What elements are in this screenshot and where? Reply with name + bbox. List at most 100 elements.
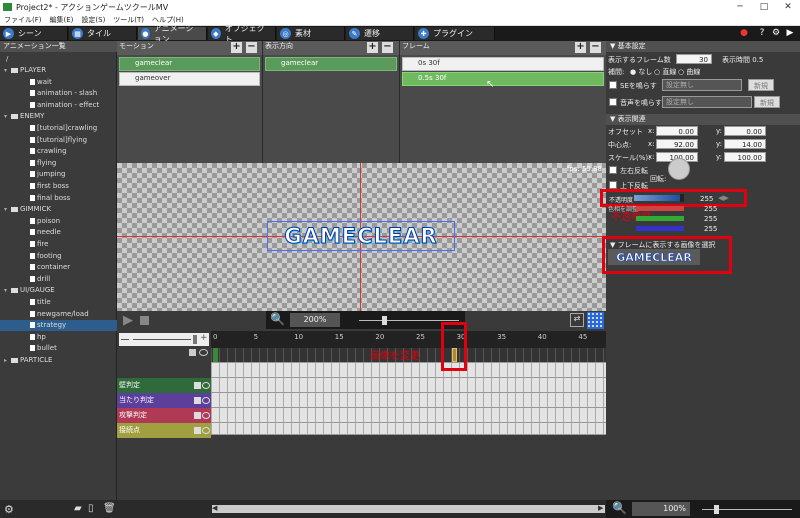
direction-item-gameclear[interactable]: gameclear: [265, 57, 397, 71]
tab-transition[interactable]: ✎ 遷移: [346, 27, 414, 40]
offset-x-input[interactable]: 0.00: [656, 126, 698, 136]
timeline-layer[interactable]: 当たり判定: [117, 393, 211, 408]
voice-checkbox[interactable]: [609, 98, 617, 106]
tree-folder[interactable]: ▾ GIMMICK: [0, 204, 117, 215]
zoom-slider-thumb[interactable]: [382, 316, 387, 325]
lock-icon[interactable]: [194, 397, 201, 404]
motion-add-button[interactable]: +: [231, 42, 242, 53]
gameclear-sprite[interactable]: GAMECLEAR: [267, 221, 455, 251]
red-bar[interactable]: [636, 206, 684, 211]
maximize-icon[interactable]: □: [752, 0, 776, 14]
tab-plugin[interactable]: ✚ プラグイン: [415, 27, 495, 40]
collapse-icon[interactable]: ▾: [4, 111, 11, 122]
settings-gear-icon[interactable]: ⚙: [4, 503, 14, 516]
timeline-layer[interactable]: 攻撃判定: [117, 408, 211, 423]
menu-file[interactable]: ファイル(F): [0, 14, 46, 26]
tree-item[interactable]: final boss: [0, 193, 117, 204]
tree-item[interactable]: [tutorial]crawling: [0, 123, 117, 134]
tree-item[interactable]: footing: [0, 251, 117, 262]
flip-v-checkbox[interactable]: [609, 181, 617, 189]
tree-item[interactable]: wait: [0, 77, 117, 88]
close-icon[interactable]: ✕: [776, 0, 800, 14]
frame-add-button[interactable]: +: [575, 42, 586, 53]
frame-image-thumbnail[interactable]: GAMECLEAR: [608, 249, 700, 265]
help-icon[interactable]: ?: [756, 27, 768, 39]
tree-item[interactable]: needle: [0, 227, 117, 238]
timeline-row-connect[interactable]: [211, 423, 606, 435]
tree-item[interactable]: drill: [0, 274, 117, 285]
eye-icon[interactable]: [199, 349, 208, 356]
interp-linear-radio[interactable]: ○ 直線: [654, 67, 676, 77]
basic-settings-header[interactable]: ▼ 基本設定: [606, 41, 800, 52]
flip-h-checkbox[interactable]: [609, 166, 617, 174]
tree-item[interactable]: hp: [0, 332, 117, 343]
timeline-zoom-plus-icon[interactable]: +: [200, 333, 208, 343]
tree-item[interactable]: poison: [0, 216, 117, 227]
timeline-row-attack[interactable]: [211, 408, 606, 423]
tree-root[interactable]: /: [0, 54, 117, 65]
tab-resource[interactable]: ◎ 素材: [277, 27, 345, 40]
lock-icon[interactable]: [194, 427, 201, 434]
lock-icon[interactable]: [194, 382, 201, 389]
timeline-layer[interactable]: 接続点: [117, 423, 211, 438]
tree-item[interactable]: animation - effect: [0, 100, 117, 111]
fit-screen-icon[interactable]: ⇄: [570, 313, 584, 327]
play-icon[interactable]: ▶: [123, 313, 133, 328]
collapse-icon[interactable]: ▾: [4, 65, 11, 76]
motion-item-gameclear[interactable]: gameclear: [119, 57, 260, 71]
frame-remove-button[interactable]: −: [590, 42, 601, 53]
tree-item[interactable]: crawling: [0, 146, 117, 157]
motion-remove-button[interactable]: −: [246, 42, 257, 53]
rotation-dial[interactable]: [668, 158, 690, 180]
tree-item[interactable]: fire: [0, 239, 117, 250]
frame-item-1[interactable]: 0.5s 30f: [402, 72, 604, 86]
collapse-icon[interactable]: ▾: [4, 204, 11, 215]
timeline-layer[interactable]: 壁判定: [117, 378, 211, 393]
voice-new-button[interactable]: 新規: [754, 96, 780, 108]
tree-item[interactable]: animation - slash: [0, 88, 117, 99]
se-select[interactable]: 設定無し: [662, 79, 742, 91]
tree-item[interactable]: flying: [0, 158, 117, 169]
tree-folder[interactable]: ▾ UI/GAUGE: [0, 285, 117, 296]
keyframe-start[interactable]: [213, 348, 218, 362]
center-y-input[interactable]: 14.00: [724, 139, 766, 149]
tree-item[interactable]: [tutorial]flying: [0, 135, 117, 146]
expand-icon[interactable]: ▸: [4, 355, 11, 366]
tree-item[interactable]: container: [0, 262, 117, 273]
se-checkbox[interactable]: [609, 81, 617, 89]
zoom-value-field[interactable]: 200%: [290, 313, 340, 327]
voice-select[interactable]: 設定無し: [662, 96, 752, 108]
timeline-row-blank[interactable]: [211, 363, 606, 378]
direction-add-button[interactable]: +: [367, 42, 378, 53]
display-header[interactable]: ▼ 表示関連: [606, 114, 800, 125]
timeline-scrollbar[interactable]: [212, 505, 605, 513]
scroll-left-icon[interactable]: ◀: [212, 504, 217, 512]
timeline-row-wall[interactable]: [211, 378, 606, 393]
trash-icon[interactable]: 🗑: [103, 503, 116, 514]
offset-y-input[interactable]: 0.00: [724, 126, 766, 136]
tab-scene[interactable]: ▶ シーン: [0, 27, 68, 40]
interp-curve-radio[interactable]: ○ 曲線: [678, 67, 700, 77]
eye-icon[interactable]: [202, 397, 210, 404]
blue-bar[interactable]: [636, 226, 684, 231]
tree-item[interactable]: first boss: [0, 181, 117, 192]
minimize-icon[interactable]: ─: [728, 0, 752, 14]
record-icon[interactable]: ●: [738, 27, 750, 39]
timeline-zoom-thumb[interactable]: [193, 335, 197, 344]
center-x-input[interactable]: 92.00: [656, 139, 698, 149]
motion-item-gameover[interactable]: gameover: [119, 72, 260, 86]
menu-settings[interactable]: 設定(S): [77, 14, 109, 26]
add-item-icon[interactable]: ▯: [88, 503, 94, 514]
scroll-right-icon[interactable]: ▶: [598, 504, 603, 512]
frame-item-0[interactable]: 0s 30f: [402, 57, 604, 71]
eye-icon[interactable]: [202, 382, 210, 389]
lock-icon[interactable]: [194, 412, 201, 419]
tree-item[interactable]: title: [0, 297, 117, 308]
gear-icon[interactable]: ⚙: [770, 27, 782, 39]
tree-item[interactable]: strategy: [0, 320, 117, 332]
eye-icon[interactable]: [202, 427, 210, 434]
timeline-ruler[interactable]: 0 5 10 15 20 25 30 35 40 45: [211, 331, 606, 348]
play-icon[interactable]: ▶: [784, 27, 796, 39]
right-zoom-value[interactable]: 100%: [632, 502, 690, 516]
frames-input[interactable]: 30: [676, 54, 712, 64]
